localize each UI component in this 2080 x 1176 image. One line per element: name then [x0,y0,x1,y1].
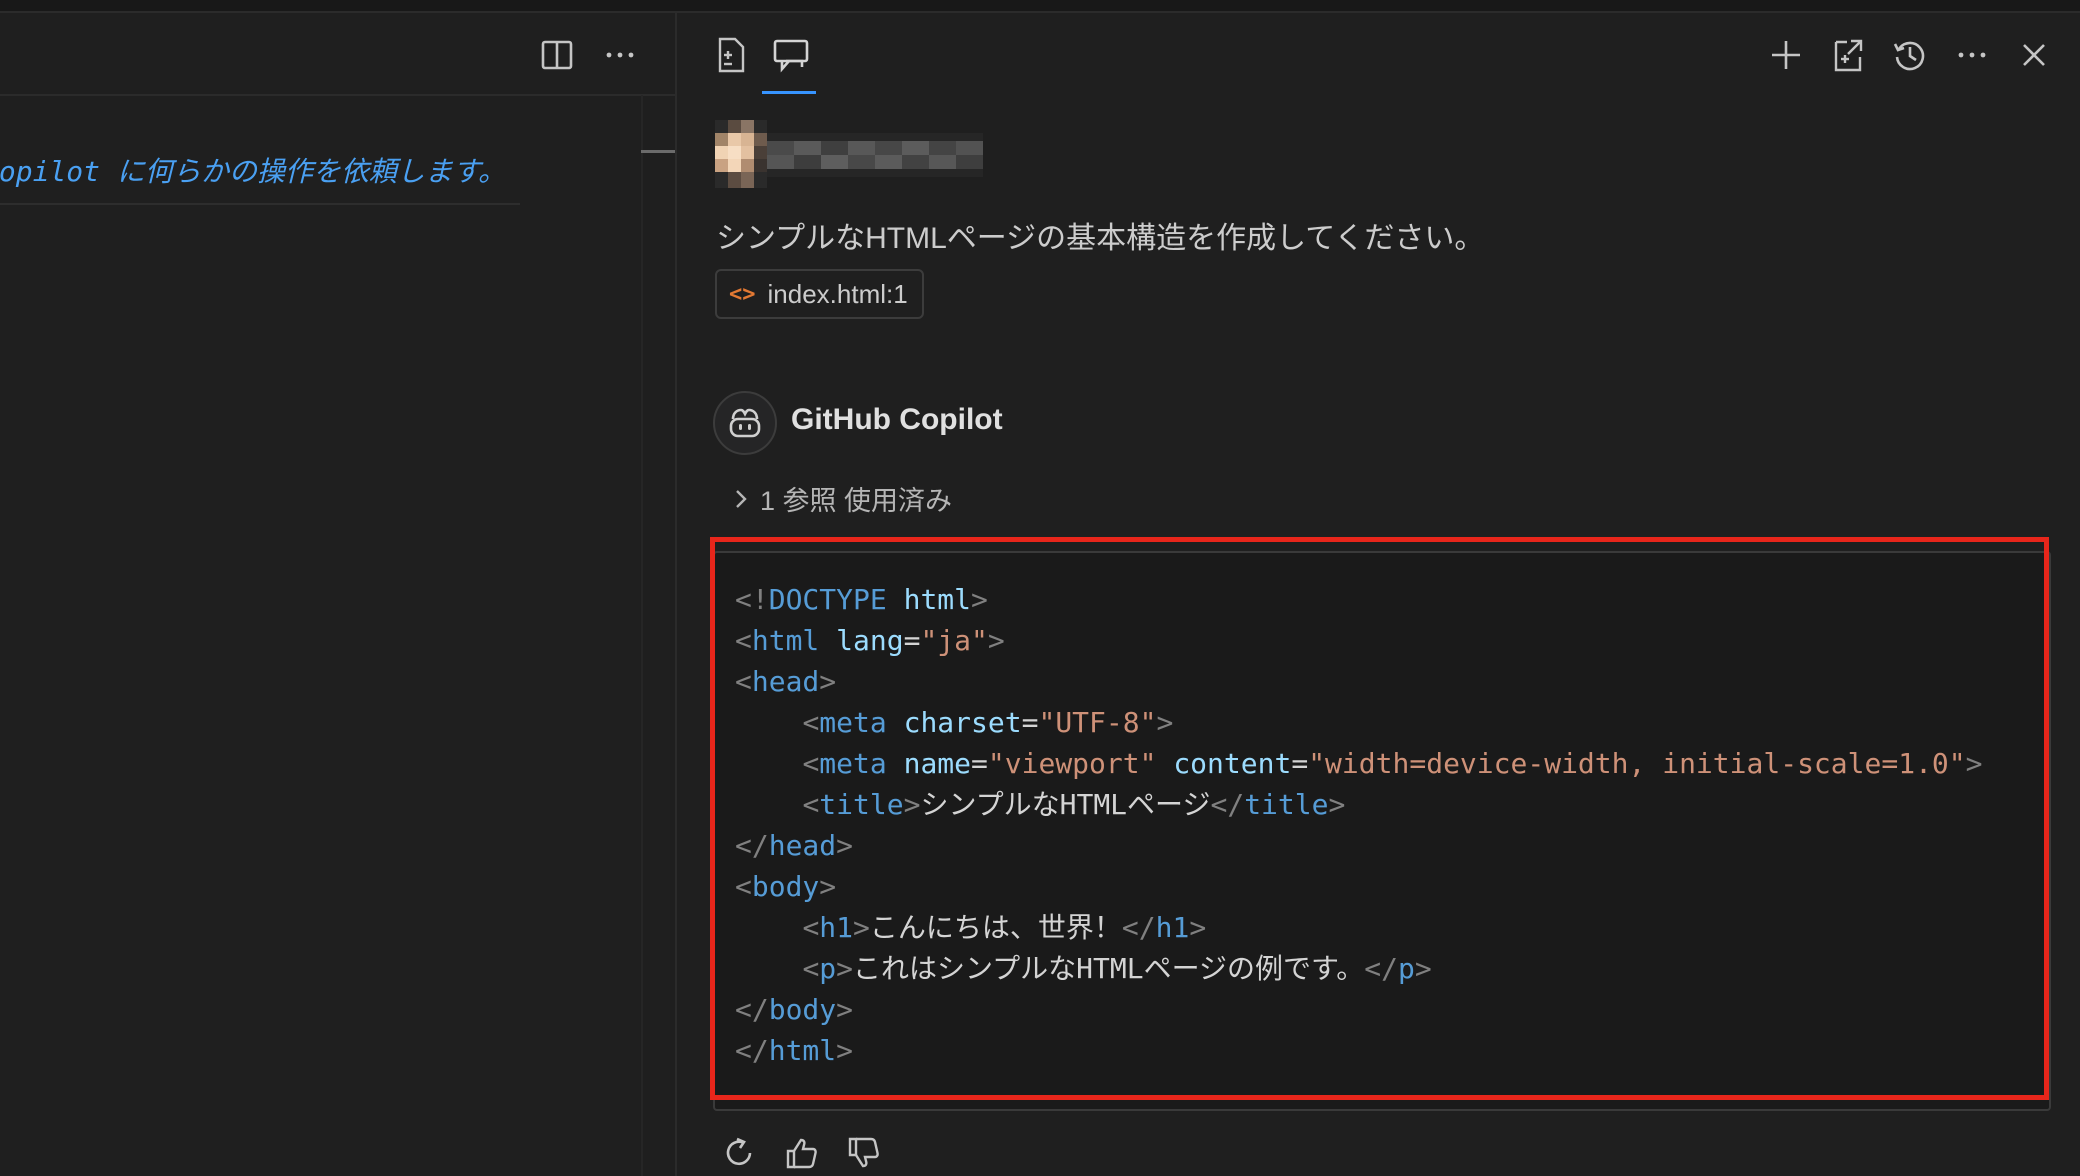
more-icon[interactable] [1950,33,1994,77]
assistant-name: GitHub Copilot [791,403,1003,436]
more-icon[interactable] [598,33,642,77]
user-avatar [715,120,767,188]
copilot-icon [713,391,777,455]
attachment-label: index.html:1 [767,278,908,309]
retry-icon[interactable] [718,1131,762,1175]
scrollbar-track[interactable] [641,95,643,1176]
annotation-highlight-box [710,537,2049,1100]
open-in-editor-icon[interactable] [1826,33,1870,77]
history-icon[interactable] [1888,33,1932,77]
chevron-right-icon [736,489,747,508]
references-toggle[interactable]: 1 参照 使用済み [732,479,952,518]
editor-header [0,13,675,96]
user-prompt: シンプルなHTMLページの基本構造を作成してください。 [716,222,1485,255]
hint-text: Copilot に何らかの操作を依頼します。 / [0,155,520,188]
scrollbar-marker [641,150,675,153]
plus-icon[interactable] [1764,33,1808,77]
references-label: 1 参照 使用済み [760,486,953,516]
inline-chat-hint[interactable]: Copilot に何らかの操作を依頼します。 / [0,149,520,205]
chat-icon[interactable] [767,31,815,79]
chat-panel: シンプルなHTMLページの基本構造を作成してください。 <> index.htm… [677,13,2080,1176]
active-tab-indicator [762,91,816,94]
chat-editing-icon[interactable] [707,31,755,79]
title-bar [0,0,2080,13]
close-icon[interactable] [2012,33,2056,77]
code-icon: <> [729,281,756,307]
username-redacted [767,133,983,177]
attachment-chip[interactable]: <> index.html:1 [715,269,924,319]
thumbs-down-icon[interactable] [842,1131,886,1175]
split-editor-icon[interactable] [535,33,579,77]
thumbs-up-icon[interactable] [780,1131,824,1175]
editor-panel: Copilot に何らかの操作を依頼します。 / [0,13,675,1176]
